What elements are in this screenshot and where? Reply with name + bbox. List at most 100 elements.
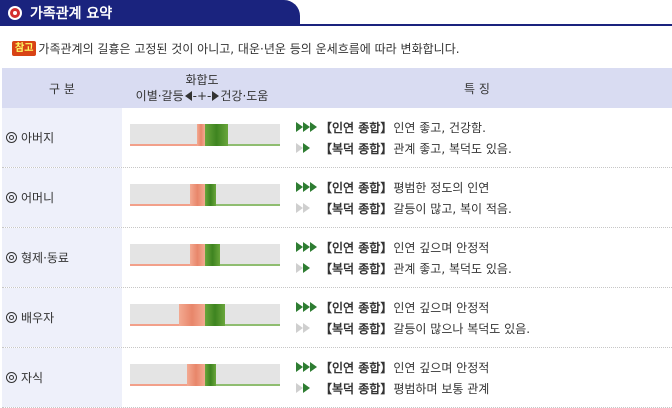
harmony-level-segment: [205, 304, 225, 326]
harmony-bar: [130, 304, 280, 326]
title-tab: 가족관계 요약: [0, 0, 300, 25]
table-row: 아버지 【인연 종합】 인연 좋고, 건강함. 【복덕 종합】 관계 좋고, 복덕도 있…: [2, 108, 672, 168]
row-category: 형제·동료: [2, 228, 122, 287]
feature-text: 인연 깊으며 안정적: [393, 300, 490, 315]
header-harmony: 화합도 이별·갈등 -+- 건강·도움: [122, 68, 282, 108]
row-category-label: 아버지: [21, 131, 55, 145]
row-features: 【인연 종합】 인연 깊으며 안정적 【복덕 종합】 평범하며 보통 관계: [282, 348, 672, 407]
feature-line: 【복덕 종합】 평범하며 보통 관계: [296, 378, 672, 399]
double-arrow-icon: [296, 203, 318, 213]
feature-text: 인연 깊으며 안정적: [393, 240, 490, 255]
triple-arrow-icon: [296, 302, 318, 312]
legend-right-label: 건강·도움: [220, 89, 269, 103]
harmony-level-segment: [205, 124, 228, 146]
feature-line: 【복덕 종합】 관계 좋고, 복덕도 있음.: [296, 138, 672, 159]
triple-arrow-icon: [296, 122, 318, 132]
row-features: 【인연 종합】 인연 깊으며 안정적 【복덕 종합】 관계 좋고, 복덕도 있음.: [282, 228, 672, 287]
target-icon: [8, 5, 22, 20]
row-harmony-scale: [122, 108, 282, 167]
harmony-bar: [130, 244, 280, 266]
harmony-bar: [130, 184, 280, 206]
feature-text: 갈등이 많고, 복이 적음.: [393, 201, 512, 216]
feature-text: 관계 좋고, 복덕도 있음.: [393, 261, 512, 276]
title-underline: [0, 24, 672, 26]
note-text: 가족관계의 길흉은 고정된 것이 아니고, 대운·년운 등의 운세흐름에 따라 …: [38, 41, 460, 56]
feature-text: 평범한 정도의 인연: [393, 180, 490, 195]
note-badge: 참고: [12, 40, 37, 56]
bullseye-icon: [6, 312, 17, 323]
triple-arrow-icon: [296, 242, 318, 252]
table-row: 배우자 【인연 종합】 인연 깊으며 안정적 【복덕 종합】 갈등이 많으나 복덕도 있…: [2, 288, 672, 348]
harmony-bar: [130, 364, 280, 386]
row-category-label: 어머니: [21, 191, 55, 205]
row-category-label: 형제·동료: [21, 251, 69, 265]
feature-label: 【인연 종합】: [320, 240, 393, 255]
feature-text: 평범하며 보통 관계: [393, 381, 490, 396]
row-harmony-scale: [122, 288, 282, 347]
table-row: 형제·동료 【인연 종합】 인연 깊으며 안정적 【복덕 종합】 관계 좋고, 복덕도 …: [2, 228, 672, 288]
legend-mid-label: -+-: [192, 89, 212, 103]
row-features: 【인연 종합】 인연 좋고, 건강함. 【복덕 종합】 관계 좋고, 복덕도 있음.: [282, 108, 672, 167]
double-arrow-icon: [296, 143, 318, 153]
feature-text: 인연 깊으며 안정적: [393, 360, 490, 375]
row-category: 배우자: [2, 288, 122, 347]
row-category: 자식: [2, 348, 122, 407]
conflict-level-segment: [187, 364, 205, 386]
table-header: 구 분 화합도 이별·갈등 -+- 건강·도움 특 징: [2, 68, 672, 108]
harmony-legend: 이별·갈등 -+- 건강·도움: [136, 88, 269, 104]
conflict-level-segment: [179, 304, 205, 326]
harmony-level-segment: [205, 244, 220, 266]
note-bar: 참고 가족관계의 길흉은 고정된 것이 아니고, 대운·년운 등의 운세흐름에 …: [0, 38, 672, 58]
feature-label: 【복덕 종합】: [320, 261, 393, 276]
family-table: 구 분 화합도 이별·갈등 -+- 건강·도움 특 징 아버지 【인연 종합】 인연…: [2, 68, 672, 408]
title-bar: 가족관계 요약: [0, 0, 672, 26]
row-features: 【인연 종합】 인연 깊으며 안정적 【복덕 종합】 갈등이 많으나 복덕도 있음.: [282, 288, 672, 347]
feature-label: 【복덕 종합】: [320, 321, 393, 336]
row-harmony-scale: [122, 228, 282, 287]
feature-label: 【인연 종합】: [320, 120, 393, 135]
feature-label: 【복덕 종합】: [320, 141, 393, 156]
triple-arrow-icon: [296, 182, 318, 192]
feature-line: 【복덕 종합】 관계 좋고, 복덕도 있음.: [296, 258, 672, 279]
triangle-right-icon: [212, 91, 220, 101]
feature-line: 【인연 종합】 인연 깊으며 안정적: [296, 357, 672, 378]
legend-left-label: 이별·갈등: [135, 89, 184, 103]
feature-line: 【복덕 종합】 갈등이 많으나 복덕도 있음.: [296, 318, 672, 339]
feature-label: 【복덕 종합】: [320, 201, 393, 216]
feature-line: 【인연 종합】 평범한 정도의 인연: [296, 177, 672, 198]
feature-line: 【인연 종합】 인연 깊으며 안정적: [296, 237, 672, 258]
table-row: 자식 【인연 종합】 인연 깊으며 안정적 【복덕 종합】 평범하며 보통 관계: [2, 348, 672, 408]
double-arrow-icon: [296, 383, 318, 393]
header-features: 특 징: [464, 81, 490, 96]
bar-negative-baseline: [130, 144, 205, 146]
triple-arrow-icon: [296, 362, 318, 372]
bullseye-icon: [6, 192, 17, 203]
feature-label: 【인연 종합】: [320, 300, 393, 315]
row-harmony-scale: [122, 168, 282, 227]
triangle-left-icon: [184, 91, 192, 101]
feature-line: 【인연 종합】 인연 깊으며 안정적: [296, 297, 672, 318]
feature-text: 관계 좋고, 복덕도 있음.: [393, 141, 512, 156]
row-harmony-scale: [122, 348, 282, 407]
bullseye-icon: [6, 132, 17, 143]
bar-positive-baseline: [205, 204, 280, 206]
table-row: 어머니 【인연 종합】 평범한 정도의 인연 【복덕 종합】 갈등이 많고, 복이 적음…: [2, 168, 672, 228]
row-category-label: 자식: [21, 371, 44, 385]
page-title: 가족관계 요약: [30, 5, 113, 22]
harmony-level-segment: [205, 184, 216, 206]
harmony-bar: [130, 124, 280, 146]
table-body: 아버지 【인연 종합】 인연 좋고, 건강함. 【복덕 종합】 관계 좋고, 복덕도 있…: [2, 108, 672, 408]
row-category: 어머니: [2, 168, 122, 227]
conflict-level-segment: [190, 244, 205, 266]
harmony-level-segment: [205, 364, 216, 386]
feature-label: 【인연 종합】: [320, 360, 393, 375]
conflict-level-segment: [197, 124, 205, 146]
header-category: 구 분: [49, 81, 75, 96]
bar-positive-baseline: [205, 384, 280, 386]
row-features: 【인연 종합】 평범한 정도의 인연 【복덕 종합】 갈등이 많고, 복이 적음.: [282, 168, 672, 227]
feature-label: 【인연 종합】: [320, 180, 393, 195]
double-arrow-icon: [296, 263, 318, 273]
row-category-label: 배우자: [21, 311, 55, 325]
row-category: 아버지: [2, 108, 122, 167]
feature-text: 갈등이 많으나 복덕도 있음.: [393, 321, 531, 336]
